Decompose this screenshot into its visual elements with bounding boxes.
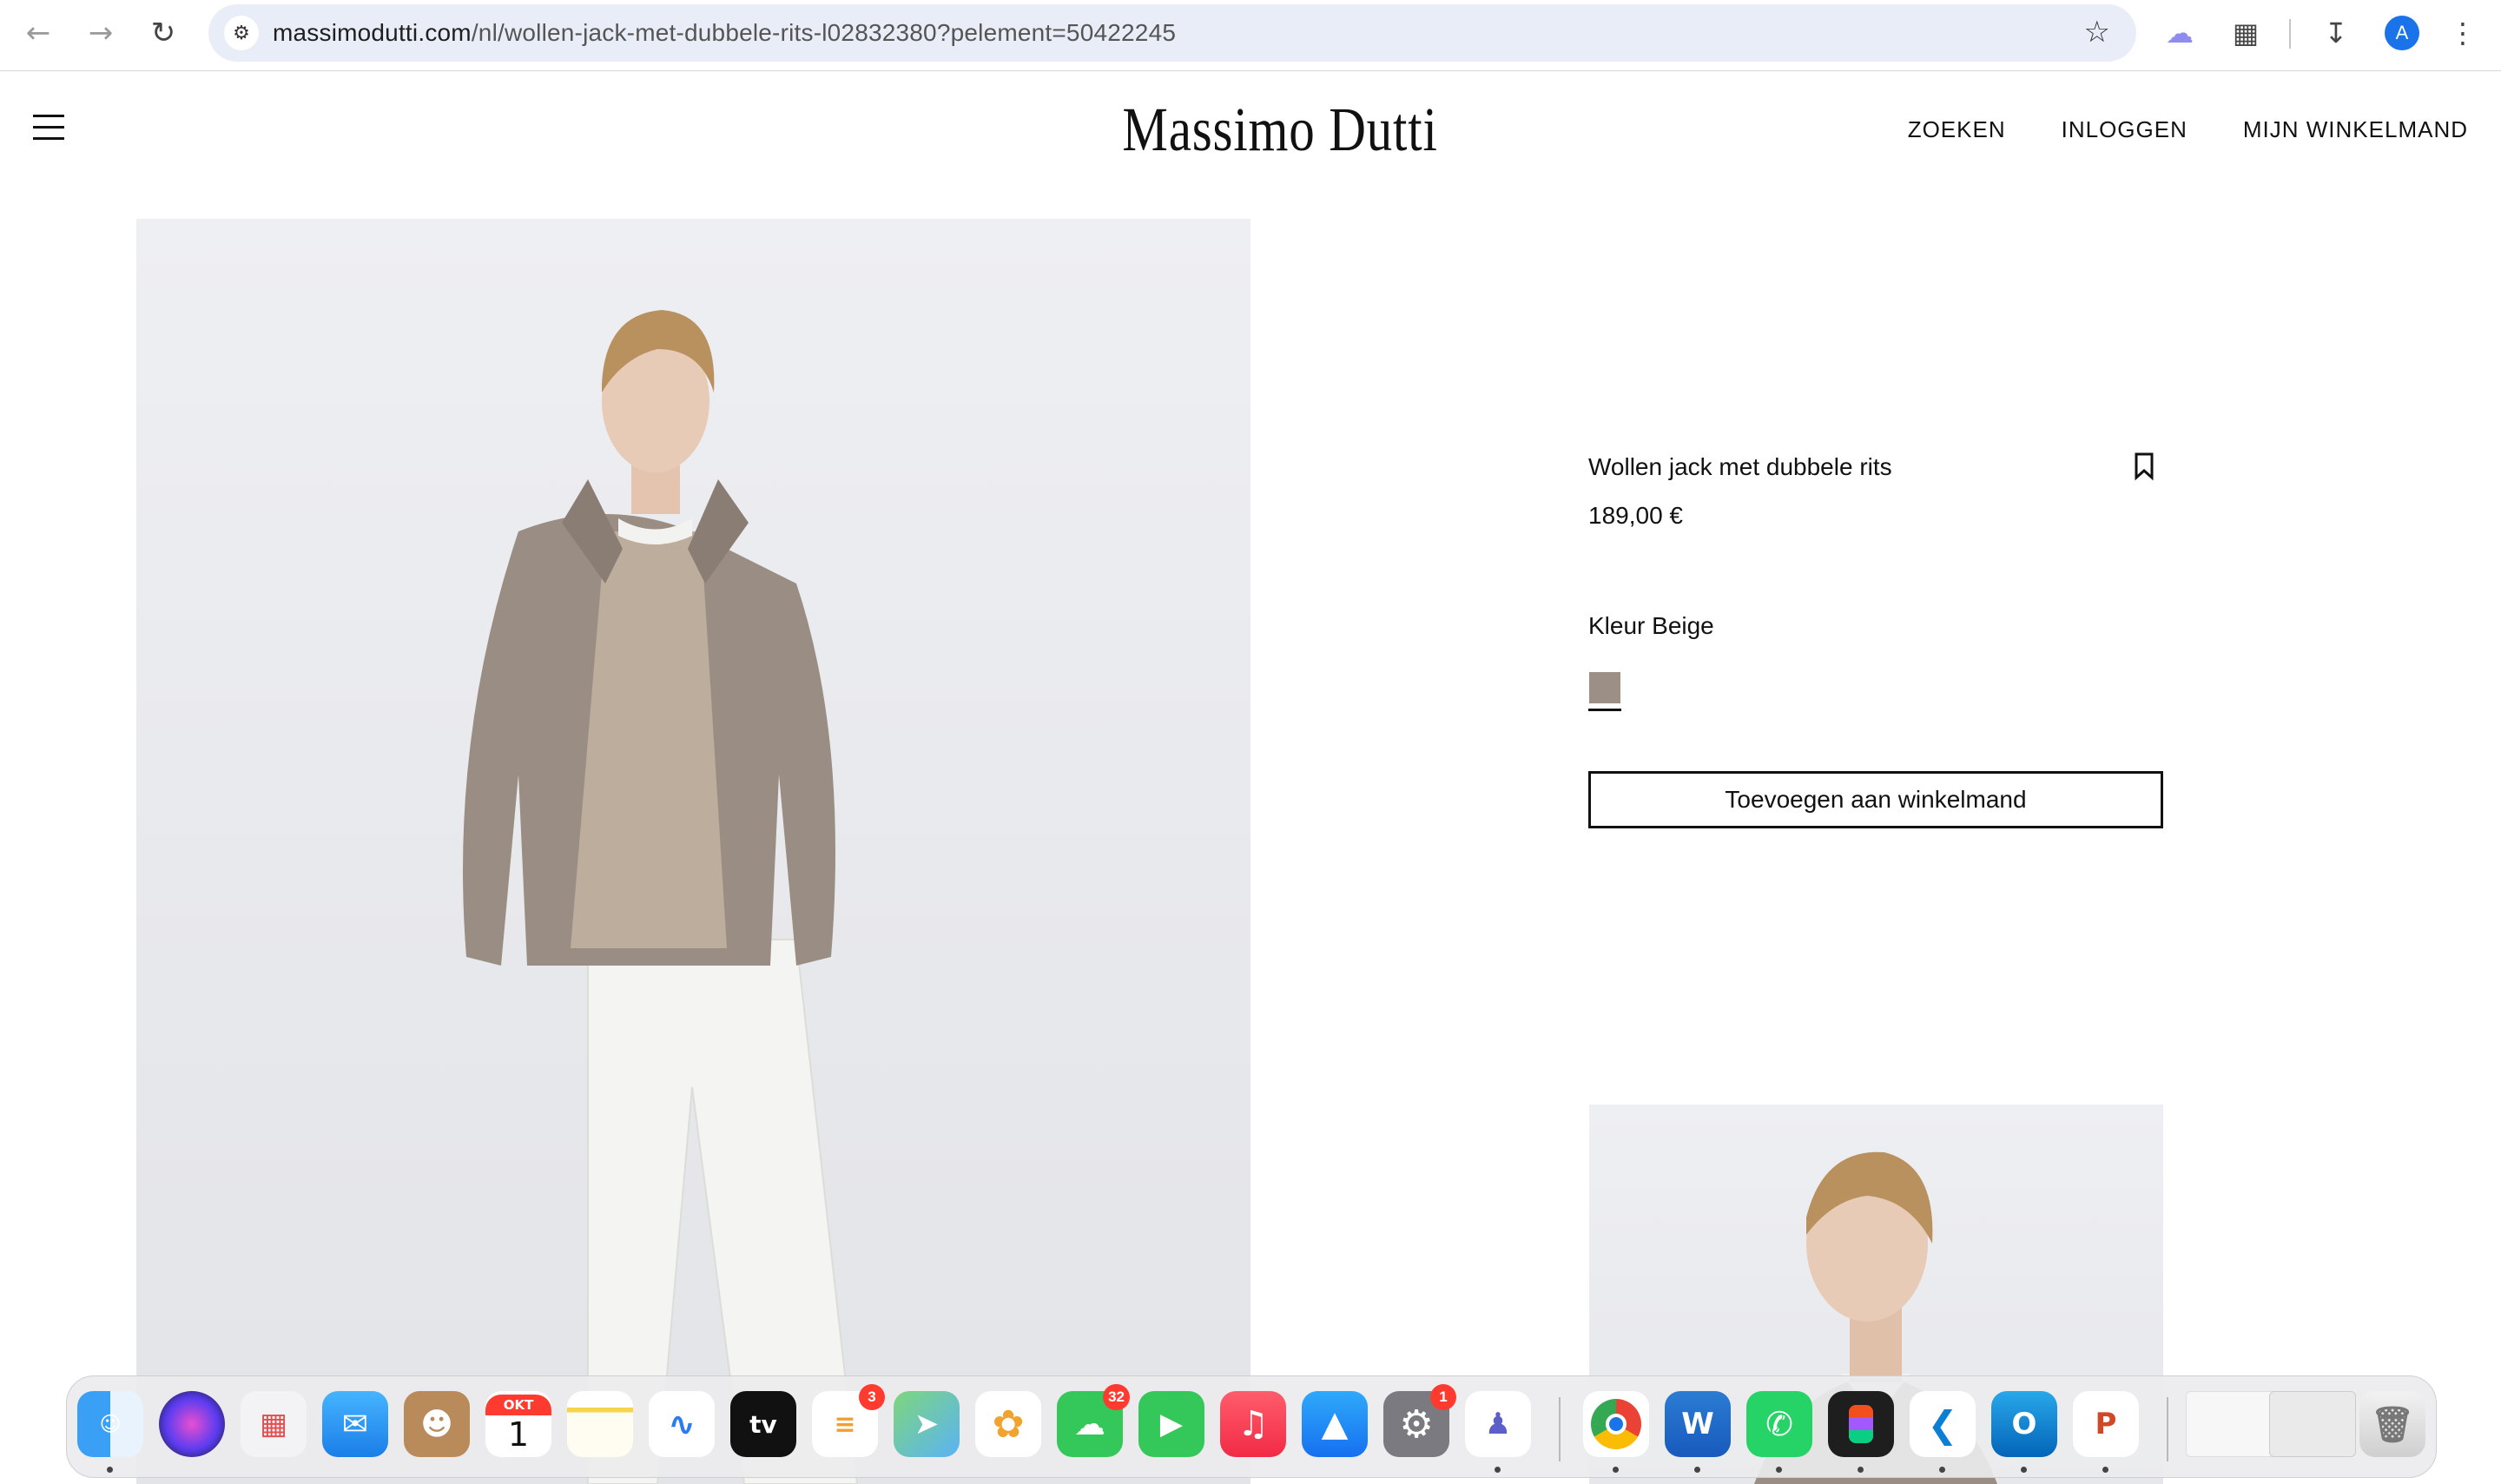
forward-arrow-icon[interactable]: →: [80, 12, 122, 54]
outlook-running-dot: [2021, 1467, 2027, 1473]
mail-icon[interactable]: ✉: [322, 1391, 388, 1457]
hamburger-menu-icon[interactable]: [33, 115, 64, 141]
photos-icon[interactable]: ✿: [975, 1391, 1041, 1457]
product-main-image[interactable]: [136, 219, 1250, 1484]
messages-icon[interactable]: ☁ 32: [1057, 1384, 1130, 1457]
finder-running-dot: [107, 1467, 113, 1473]
macos-dock: ☺ ▦ ✉ ☻ OKT 1 ∿ tv ≡ 3 ➤ ✿ ☁ 32 ▶ ♫ ▲ ⚙ 1 ♟…: [66, 1375, 2437, 1478]
search-link[interactable]: ZOEKEN: [1908, 116, 2006, 143]
login-link[interactable]: INLOGGEN: [2062, 116, 2188, 143]
settings-badge: 1: [1430, 1384, 1456, 1410]
calendar-month: OKT: [485, 1395, 551, 1415]
extensions-puzzle-icon[interactable]: ▦: [2225, 12, 2267, 54]
contacts-icon[interactable]: ☻: [404, 1391, 470, 1457]
product-price: 189,00 €: [1588, 502, 1683, 529]
add-to-cart-button[interactable]: Toevoegen aan winkelmand: [1588, 771, 2163, 828]
facetime-icon[interactable]: ▶: [1138, 1391, 1204, 1457]
apple-tv-icon[interactable]: tv: [730, 1391, 796, 1457]
bookmark-icon[interactable]: [2133, 452, 2155, 481]
extension-icon[interactable]: ☁: [2159, 12, 2201, 54]
powerpoint-label: P: [2095, 1407, 2117, 1441]
vscode-running-dot: [1939, 1467, 1945, 1473]
tv-label: tv: [749, 1409, 777, 1439]
address-bar[interactable]: ⚙ massimodutti.com/nl/wollen-jack-met-du…: [208, 4, 2136, 62]
word-running-dot: [1694, 1467, 1700, 1473]
whatsapp-running-dot: [1776, 1467, 1782, 1473]
url-text[interactable]: massimodutti.com/nl/wollen-jack-met-dubb…: [273, 19, 1176, 47]
site-info-icon[interactable]: ⚙: [224, 16, 259, 50]
minimized-window-thumbnail-2[interactable]: [2269, 1391, 2356, 1457]
siri-icon[interactable]: [159, 1391, 225, 1457]
menu-kebab-icon[interactable]: ⋮: [2442, 12, 2484, 54]
word-icon[interactable]: W: [1665, 1391, 1731, 1457]
outlook-label: O: [2011, 1407, 2037, 1441]
teams-icon[interactable]: ♟: [1465, 1391, 1531, 1457]
reload-icon[interactable]: ↻: [142, 12, 184, 54]
back-arrow-icon[interactable]: ←: [17, 12, 59, 54]
whatsapp-icon[interactable]: ✆: [1746, 1391, 1812, 1457]
music-icon[interactable]: ♫: [1220, 1391, 1286, 1457]
vscode-icon[interactable]: ❮: [1910, 1391, 1976, 1457]
header-links: ZOEKEN INLOGGEN MIJN WINKELMAND: [1908, 116, 2468, 143]
launchpad-icon[interactable]: ▦: [241, 1391, 307, 1457]
site-logo[interactable]: Massimo Dutti: [1122, 94, 1436, 166]
product-title: Wollen jack met dubbele rits: [1588, 453, 1892, 480]
maps-icon[interactable]: ➤: [894, 1391, 960, 1457]
calendar-day: 1: [507, 1415, 530, 1454]
reminders-icon[interactable]: ≡ 3: [812, 1384, 885, 1457]
reminders-badge: 3: [859, 1384, 885, 1410]
system-settings-icon[interactable]: ⚙ 1: [1383, 1384, 1456, 1457]
app-store-icon[interactable]: ▲: [1302, 1391, 1368, 1457]
model-figure: [463, 310, 859, 1484]
powerpoint-running-dot: [2102, 1467, 2108, 1473]
toolbar-divider: [2289, 19, 2291, 49]
chrome-icon[interactable]: [1583, 1391, 1649, 1457]
powerpoint-icon[interactable]: P: [2073, 1391, 2139, 1457]
color-swatch-beige[interactable]: [1589, 672, 1620, 703]
chrome-running-dot: [1613, 1467, 1619, 1473]
download-icon[interactable]: ↧: [2315, 12, 2357, 54]
cart-link[interactable]: MIJN WINKELMAND: [2243, 116, 2468, 143]
notes-icon[interactable]: [567, 1391, 633, 1457]
word-label: W: [1681, 1407, 1714, 1441]
bookmark-star-icon[interactable]: ☆: [2084, 15, 2110, 49]
color-label: Kleur Beige: [1588, 612, 1714, 639]
figma-running-dot: [1858, 1467, 1864, 1473]
trash-icon[interactable]: 🗑: [2359, 1391, 2425, 1457]
messages-badge: 32: [1103, 1384, 1130, 1410]
dock-separator: [1559, 1397, 1561, 1461]
minimized-window-thumbnail-1[interactable]: [2186, 1391, 2281, 1457]
profile-avatar[interactable]: A: [2385, 16, 2419, 50]
figma-icon[interactable]: [1828, 1391, 1894, 1457]
url-path: /nl/wollen-jack-met-dubbele-rits-l028323…: [471, 19, 1177, 46]
finder-icon[interactable]: ☺: [77, 1391, 143, 1457]
freeform-icon[interactable]: ∿: [649, 1391, 715, 1457]
calendar-icon[interactable]: OKT 1: [485, 1391, 551, 1457]
browser-toolbar: ← → ↻ ⚙ massimodutti.com/nl/wollen-jack-…: [0, 0, 2501, 71]
outlook-icon[interactable]: O: [1991, 1391, 2057, 1457]
selected-swatch-underline: [1588, 709, 1621, 711]
url-domain: massimodutti.com: [273, 19, 472, 46]
teams-running-dot: [1495, 1467, 1501, 1473]
dock-separator-2: [2167, 1397, 2168, 1461]
